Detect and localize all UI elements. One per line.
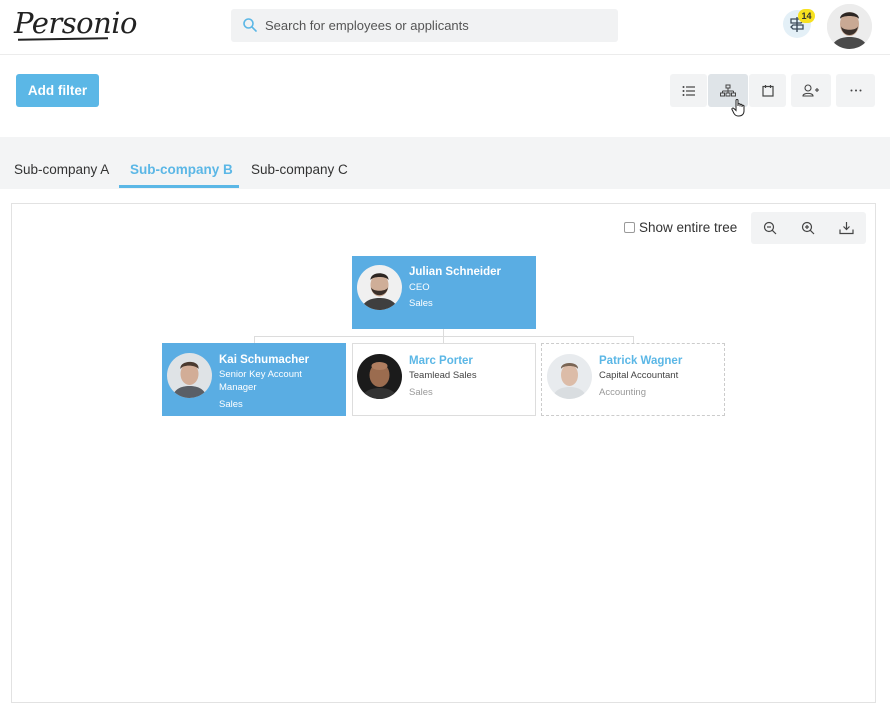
show-entire-tree-checkbox[interactable] [624,222,635,233]
tree-connector [254,336,255,343]
zoom-controls [751,212,866,244]
employee-role: CEO [409,282,430,293]
tree-connector [254,336,634,337]
employee-avatar [167,353,212,398]
org-chart-icon [720,84,736,96]
employee-card-marc-porter[interactable]: Marc Porter Teamlead Sales Sales [352,343,536,416]
employee-avatar [357,265,402,310]
employee-card-patrick-wagner[interactable]: Patrick Wagner Capital Accountant Accoun… [541,343,725,416]
employee-department: Sales [409,387,433,398]
show-entire-tree-label: Show entire tree [639,220,738,235]
employee-department: Sales [409,298,433,309]
list-view-icon [682,85,695,96]
top-bar: Personio 14 [0,0,890,55]
add-person-icon [802,84,819,97]
zoom-in-button[interactable] [789,212,827,244]
calendar-icon [761,85,774,97]
zoom-out-icon [763,221,777,235]
tree-connector [443,336,444,343]
employee-name: Julian Schneider [409,266,502,278]
list-view-button[interactable] [670,74,707,107]
employee-card-julian-schneider[interactable]: Julian Schneider CEO Sales [352,256,536,329]
tab-sub-company-b[interactable]: Sub-company B [130,162,233,177]
more-options-button[interactable] [836,74,875,107]
user-avatar[interactable] [827,4,872,49]
employee-department: Sales [219,399,243,410]
tab-sub-company-a[interactable]: Sub-company A [14,162,109,177]
employee-department: Accounting [599,387,647,398]
tree-connector [443,328,444,336]
employee-card-kai-schumacher[interactable]: Kai Schumacher Senior Key Account Manage… [162,343,346,416]
add-filter-button[interactable]: Add filter [16,74,99,107]
hand-cursor-icon [731,99,745,117]
zoom-in-icon [801,221,815,235]
employee-avatar [547,354,592,399]
employee-name: Patrick Wagner [599,355,683,367]
search-bar[interactable] [231,9,618,42]
employee-role: Capital Accountant [599,370,679,381]
tree-connector [633,336,634,343]
notifications-button[interactable]: 14 [783,9,815,38]
download-button[interactable] [827,212,865,244]
tab-sub-company-c[interactable]: Sub-company C [251,162,348,177]
download-icon [838,222,854,235]
show-entire-tree-toggle[interactable]: Show entire tree [624,220,737,235]
more-icon [850,89,861,92]
search-icon [243,18,257,32]
notification-count-badge: 14 [798,9,815,23]
employee-name: Marc Porter [409,355,473,367]
calendar-view-button[interactable] [749,74,786,107]
employee-role: Teamlead Sales [409,370,477,381]
employee-avatar [357,354,402,399]
active-tab-underline [119,185,239,188]
employee-role: Senior Key Account Manager [219,369,302,393]
add-employee-button[interactable] [791,74,831,107]
employee-name: Kai Schumacher [219,354,310,366]
personio-logo[interactable]: Personio [14,6,138,40]
search-input[interactable] [265,9,610,42]
zoom-out-button[interactable] [751,212,789,244]
